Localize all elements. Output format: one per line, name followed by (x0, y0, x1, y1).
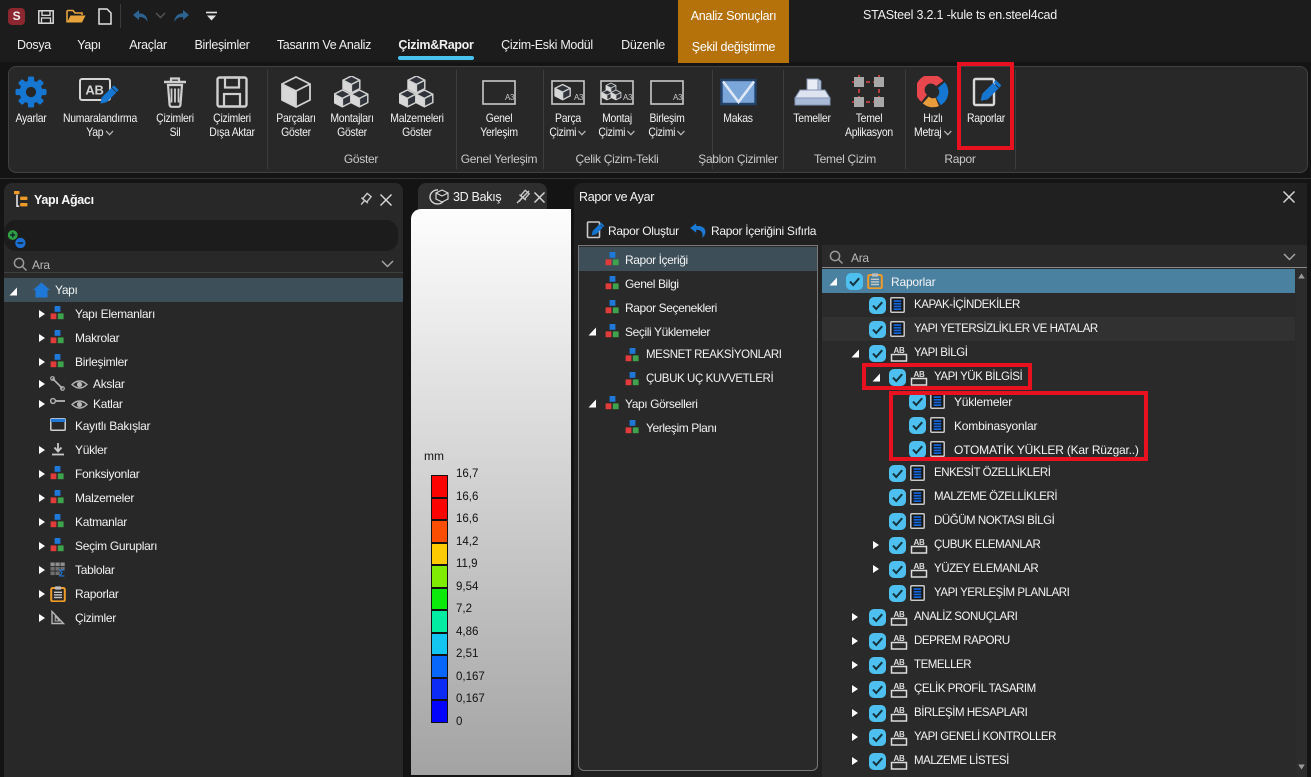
svg-text:Σ: Σ (59, 569, 65, 578)
svg-text:AB: AB (85, 83, 103, 98)
svg-text:AB: AB (894, 610, 905, 619)
svg-text:A3: A3 (673, 93, 683, 102)
svg-text:AB: AB (894, 346, 905, 355)
svg-text:A3: A3 (623, 93, 633, 102)
svg-text:AB: AB (894, 658, 905, 667)
svg-text:A3: A3 (505, 93, 515, 102)
svg-text:AB: AB (914, 538, 925, 547)
svg-text:AB: AB (894, 706, 905, 715)
svg-text:AB: AB (894, 682, 905, 691)
svg-text:AB: AB (894, 730, 905, 739)
svg-text:AB: AB (914, 562, 925, 571)
svg-text:AB: AB (894, 754, 905, 763)
svg-text:AB: AB (894, 634, 905, 643)
